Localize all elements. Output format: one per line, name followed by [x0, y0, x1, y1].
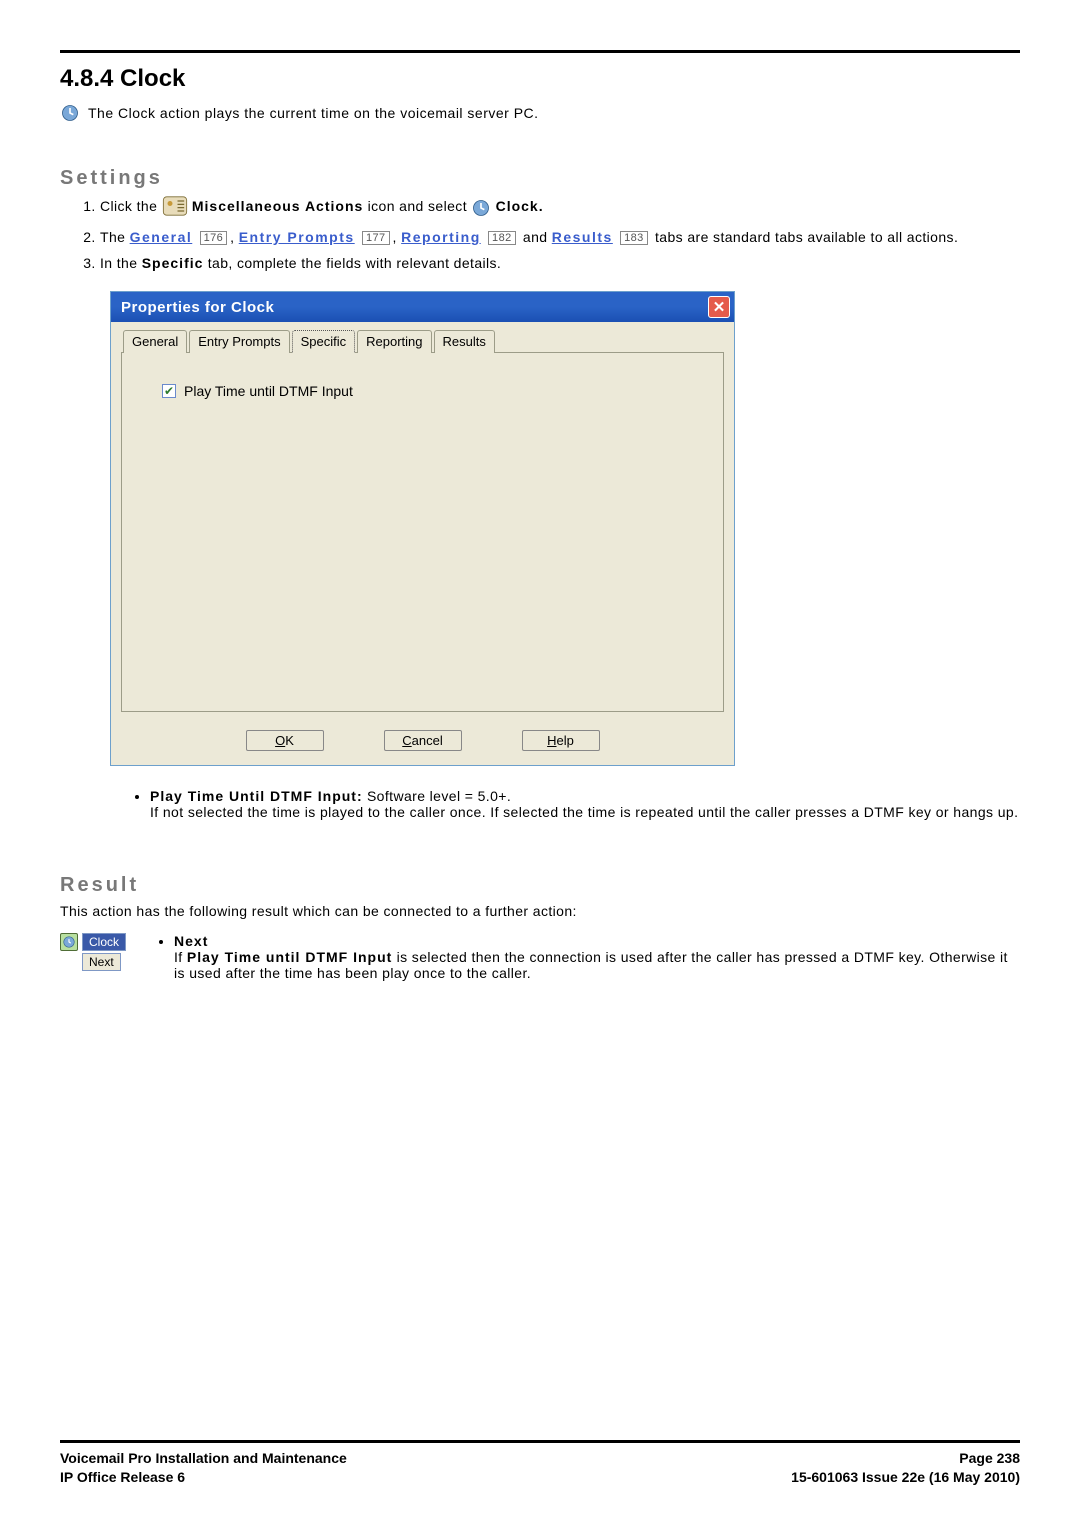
result-heading: Result	[60, 874, 1020, 897]
footer-left: Voicemail Pro Installation and Maintenan…	[60, 1449, 347, 1488]
next-bullet-list: Next If Play Time until DTMF Input is se…	[156, 933, 1020, 981]
tab-specific[interactable]: Specific	[292, 330, 356, 353]
tab-general[interactable]: General	[123, 330, 187, 353]
settings-steps: Click the Miscellaneous Actions icon and…	[100, 196, 1020, 281]
dialog-tabs: General Entry Prompts Specific Reporting…	[121, 330, 724, 353]
ok-button[interactable]: OK	[246, 730, 324, 751]
flow-clock-node: Clock	[60, 933, 126, 951]
checkbox-icon: ✔	[162, 384, 176, 398]
settings-heading: Settings	[60, 167, 1020, 190]
step2-pre: The	[100, 229, 130, 245]
link-general[interactable]: General	[130, 229, 193, 245]
misc-actions-label: Miscellaneous Actions	[192, 198, 363, 214]
next-label: Next	[174, 933, 208, 949]
page-badge-entry: 177	[362, 231, 390, 245]
close-icon: ✕	[713, 298, 726, 316]
page-badge-reporting: 182	[488, 231, 516, 245]
footer-rule	[60, 1440, 1020, 1443]
footer-right-line2: 15-601063 Issue 22e (16 May 2010)	[791, 1468, 1020, 1488]
step1-mid: icon and select	[368, 198, 472, 214]
step1-pre: Click the	[100, 198, 162, 214]
bullet-rest: Software level = 5.0+.	[367, 788, 511, 804]
dialog-button-row: OK Cancel Help	[121, 730, 724, 751]
step-1: Click the Miscellaneous Actions icon and…	[100, 196, 1020, 219]
step3-post: tab, complete the fields with relevant d…	[208, 255, 502, 271]
clock-icon	[60, 103, 80, 123]
next-desc-strong: Play Time until DTMF Input	[187, 949, 392, 965]
help-button[interactable]: Help	[522, 730, 600, 751]
play-time-checkbox-row[interactable]: ✔ Play Time until DTMF Input	[162, 383, 683, 399]
step-2: The General 176, Entry Prompts 177, Repo…	[100, 229, 1020, 245]
close-button[interactable]: ✕	[708, 296, 730, 318]
dialog-titlebar: Properties for Clock ✕	[111, 292, 734, 322]
specific-panel: ✔ Play Time until DTMF Input	[121, 352, 724, 712]
flow-next-label: Next	[82, 953, 121, 971]
footer-right-line1: Page 238	[791, 1449, 1020, 1469]
intro-text: The Clock action plays the current time …	[88, 105, 539, 121]
top-rule	[60, 50, 1020, 53]
page-footer: Voicemail Pro Installation and Maintenan…	[60, 1449, 1020, 1488]
step2-post: tabs are standard tabs available to all …	[655, 229, 958, 245]
section-title: 4.8.4 Clock	[60, 65, 1020, 93]
link-entry-prompts[interactable]: Entry Prompts	[239, 229, 355, 245]
footer-right: Page 238 15-601063 Issue 22e (16 May 201…	[791, 1449, 1020, 1488]
next-bullet: Next If Play Time until DTMF Input is se…	[174, 933, 1020, 981]
specific-bullets: Play Time Until DTMF Input: Software lev…	[150, 788, 1020, 824]
result-desc: This action has the following result whi…	[60, 903, 1020, 919]
link-results[interactable]: Results	[552, 229, 613, 245]
footer-left-line2: IP Office Release 6	[60, 1468, 347, 1488]
tab-results[interactable]: Results	[434, 330, 495, 353]
page-badge-results: 183	[620, 231, 648, 245]
intro-row: The Clock action plays the current time …	[60, 103, 1020, 123]
bullet-line2: If not selected the time is played to th…	[150, 804, 1018, 820]
flow-next-node: Next	[60, 953, 126, 971]
page-badge-general: 176	[200, 231, 228, 245]
flow-diagram: Clock Next	[60, 933, 126, 971]
result-section: Result This action has the following res…	[60, 860, 1020, 981]
result-row: Clock Next Next If Play Time until DTMF …	[60, 933, 1020, 981]
specific-strong: Specific	[142, 255, 204, 271]
clock-small-icon	[471, 198, 491, 218]
footer-left-line1: Voicemail Pro Installation and Maintenan…	[60, 1449, 347, 1469]
cancel-button[interactable]: Cancel	[384, 730, 462, 751]
clock-label: Clock.	[496, 198, 544, 214]
step-3: In the Specific tab, complete the fields…	[100, 255, 1020, 271]
step3-pre: In the	[100, 255, 142, 271]
flow-clock-icon	[60, 933, 78, 951]
bullet-strong: Play Time Until DTMF Input:	[150, 788, 363, 804]
dialog-body: General Entry Prompts Specific Reporting…	[111, 322, 734, 765]
dialog-title: Properties for Clock	[121, 299, 274, 316]
checkbox-label: Play Time until DTMF Input	[184, 383, 353, 399]
clock-properties-dialog: Properties for Clock ✕ General Entry Pro…	[110, 291, 735, 766]
tab-entry-prompts[interactable]: Entry Prompts	[189, 330, 289, 353]
link-reporting[interactable]: Reporting	[401, 229, 481, 245]
tab-reporting[interactable]: Reporting	[357, 330, 431, 353]
bullet-play-time: Play Time Until DTMF Input: Software lev…	[150, 788, 1020, 820]
spacer	[60, 981, 1020, 1440]
next-desc-pre: If	[174, 949, 187, 965]
flow-clock-label: Clock	[82, 933, 126, 951]
misc-actions-icon	[162, 196, 188, 219]
